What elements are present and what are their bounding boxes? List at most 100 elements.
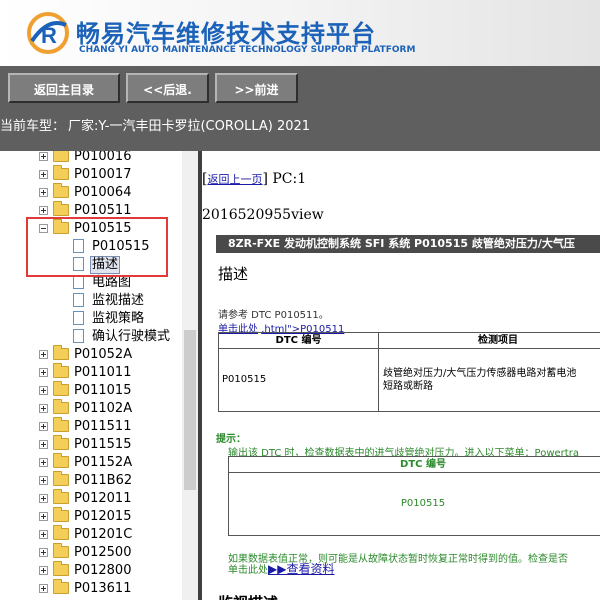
expand-icon[interactable] [39, 494, 48, 503]
tree-item-label: P01152A [74, 455, 133, 470]
tree-item-label: P012500 [74, 545, 132, 560]
expand-icon[interactable] [39, 458, 48, 467]
table-cell-detect: 歧管绝对压力/大气压力传感器电路对蓄电池 短路或断路 [383, 367, 600, 393]
app-subtitle: CHANG YI AUTO MAINTENANCE TECHNOLOGY SUP… [79, 45, 416, 55]
dtc-table: DTC 编号 检测项目 P010515 歧管绝对压力/大气压力传感器电路对蓄电池… [218, 332, 600, 412]
tree-item-label: 监视策略 [92, 311, 145, 326]
table-header-dtc: DTC 编号 [219, 333, 379, 349]
tree-item-p012011[interactable]: P012011 [0, 489, 182, 508]
folder-icon [53, 489, 69, 504]
section-heading-next: 监视描述 [218, 592, 278, 600]
expand-icon[interactable] [39, 350, 48, 359]
tree-item-label: P012015 [74, 509, 132, 524]
vehicle-bar: 当前车型： 厂家:Y-一汽丰田卡罗拉(COROLLA) 2021 [0, 111, 600, 151]
tree-item-label: P01102A [74, 401, 133, 416]
forward-button[interactable]: >>前进 [215, 73, 298, 103]
expand-icon[interactable] [39, 512, 48, 521]
folder-icon [53, 345, 69, 360]
back-row: [返回上一页] PC:1 [202, 171, 306, 187]
tree-item-label: P01052A [74, 347, 133, 362]
folder-icon [53, 201, 69, 216]
tree-item-p011015[interactable]: P011015 [0, 381, 182, 400]
tree-item-p01102a[interactable]: P01102A [0, 399, 182, 418]
expand-icon[interactable] [39, 440, 48, 449]
tree-item-label: P010064 [74, 185, 132, 200]
tree-item-label: P010017 [74, 167, 132, 182]
folder-icon [53, 363, 69, 378]
expand-icon[interactable] [39, 386, 48, 395]
table-header-dtc: DTC 编号 [229, 457, 600, 473]
tree-item-monitor-desc[interactable]: 监视描述 [0, 292, 182, 310]
tree-item-label: P01201C [74, 527, 133, 542]
folder-icon [53, 579, 69, 594]
folder-icon [53, 561, 69, 576]
link-prefix: 单击此处 [228, 565, 268, 576]
expand-icon[interactable] [39, 206, 48, 215]
tree-item-label: P010016 [74, 151, 132, 164]
expand-icon[interactable] [39, 584, 48, 593]
table-cell-dtc: P010515 [219, 349, 379, 411]
tree-item-p01152a[interactable]: P01152A [0, 453, 182, 472]
tree-item-p01052a[interactable]: P01052A [0, 345, 182, 364]
document-icon [73, 293, 84, 307]
home-button[interactable]: 返回主目录 [8, 73, 120, 103]
detect-line: 短路或断路 [383, 381, 433, 392]
tree-item-p010017[interactable]: P010017 [0, 165, 182, 184]
folder-icon [53, 417, 69, 432]
expand-icon[interactable] [39, 422, 48, 431]
folder-icon [53, 453, 69, 468]
tree-item-p01201c[interactable]: P01201C [0, 525, 182, 544]
hint-label: 提示： [216, 434, 246, 445]
expand-icon[interactable] [39, 188, 48, 197]
app-header: R 畅易汽车维修技术支持平台 CHANG YI AUTO MAINTENANCE… [0, 0, 600, 66]
expand-icon[interactable] [39, 152, 48, 161]
view-data-link[interactable]: ▶▶查看资料 [268, 562, 334, 576]
hint-table: DTC 编号 P010515 [228, 456, 600, 536]
tree-item-p011511[interactable]: P011511 [0, 417, 182, 436]
scrollbar-thumb[interactable] [184, 330, 196, 490]
tree-item-p010064[interactable]: P010064 [0, 183, 182, 202]
back-link[interactable]: 返回上一页 [207, 173, 262, 186]
tree-item-p012015[interactable]: P012015 [0, 507, 182, 526]
pc-text: ] PC:1 [262, 171, 307, 187]
expand-icon[interactable] [39, 566, 48, 575]
section-heading: 描述 [218, 265, 249, 283]
tree-item-monitor-strategy[interactable]: 监视策略 [0, 310, 182, 328]
expand-icon[interactable] [39, 404, 48, 413]
folder-icon [53, 165, 69, 180]
app-title: 畅易汽车维修技术支持平台 [76, 20, 376, 48]
expand-icon[interactable] [39, 476, 48, 485]
expand-icon[interactable] [39, 548, 48, 557]
vehicle-label: 当前车型： [0, 119, 66, 134]
document-icon [73, 275, 84, 289]
toolbar: 返回主目录 <<后退. >>前进 [0, 66, 600, 111]
view-id: 2016520955view [202, 207, 324, 223]
folder-icon [53, 151, 69, 162]
view-data-row: 单击此处▶▶查看资料 [228, 560, 334, 577]
tree-item-p011011[interactable]: P011011 [0, 363, 182, 382]
expand-icon[interactable] [39, 170, 48, 179]
folder-icon [53, 525, 69, 540]
folder-icon [53, 183, 69, 198]
logo-icon: R [27, 12, 69, 54]
folder-icon [53, 381, 69, 396]
tree-item-p013611[interactable]: P013611 [0, 579, 182, 598]
expand-icon[interactable] [39, 530, 48, 539]
tree-item-label: P011B62 [74, 473, 133, 488]
expand-icon[interactable] [39, 368, 48, 377]
folder-icon [53, 543, 69, 558]
tree-item-p011515[interactable]: P011515 [0, 435, 182, 454]
tree-item-label: P011011 [74, 365, 132, 380]
tree-item-p010016[interactable]: P010016 [0, 151, 182, 166]
tree-item-drive-pattern[interactable]: 确认行驶模式 [0, 328, 182, 346]
tree-item-label: P012800 [74, 563, 132, 578]
tree-item-p011b62[interactable]: P011B62 [0, 471, 182, 490]
tree-item-p012800[interactable]: P012800 [0, 561, 182, 580]
tree-item-label: P011511 [74, 419, 132, 434]
tree-item-label: P012011 [74, 491, 132, 506]
table-header-detect: 检测项目 [379, 333, 600, 349]
tree-item-label: P013611 [74, 581, 132, 596]
detect-line: 歧管绝对压力/大气压力传感器电路对蓄电池 [383, 368, 577, 379]
back-button[interactable]: <<后退. [126, 73, 209, 103]
tree-item-p012500[interactable]: P012500 [0, 543, 182, 562]
